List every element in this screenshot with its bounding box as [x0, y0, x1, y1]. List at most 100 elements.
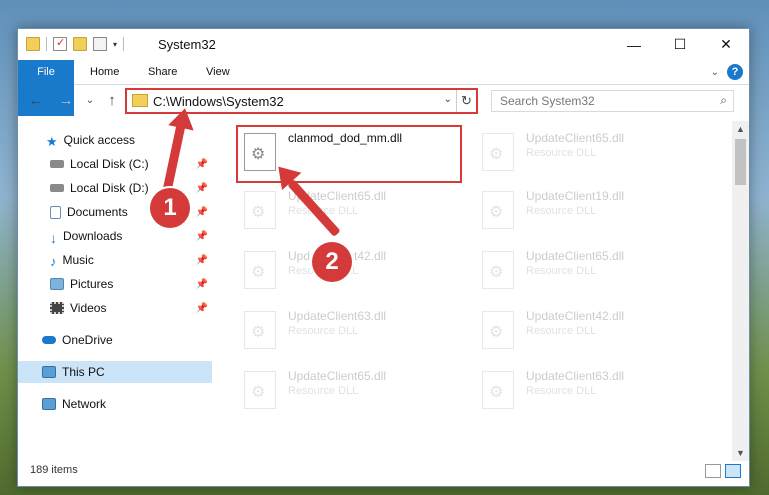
sidebar-item-videos[interactable]: Videos 📌: [18, 297, 212, 319]
close-button[interactable]: ✕: [703, 29, 749, 60]
pin-icon[interactable]: 📌: [196, 231, 208, 242]
list-item[interactable]: UpdateClient42.dll Resource DLL: [478, 307, 708, 363]
dll-file-icon: [244, 191, 276, 229]
dll-file-icon: [244, 311, 276, 349]
chevron-down-icon[interactable]: ▾: [113, 40, 117, 49]
sidebar-item-local-disk-c[interactable]: Local Disk (C:) 📌: [18, 153, 212, 175]
sidebar-item-label: Local Disk (D:): [70, 181, 149, 195]
tab-home[interactable]: Home: [76, 60, 133, 85]
back-button[interactable]: ←: [26, 91, 46, 111]
recent-locations-button[interactable]: ⌄: [80, 91, 100, 111]
pin-icon[interactable]: 📌: [196, 255, 208, 266]
details-view-icon[interactable]: [705, 464, 721, 478]
list-item[interactable]: UpdateClient65.dll Resource DLL: [240, 367, 470, 423]
star-icon: ★: [46, 134, 58, 149]
cloud-icon: [42, 336, 56, 344]
sidebar-item-label: Videos: [70, 301, 107, 315]
tab-view[interactable]: View: [192, 60, 244, 85]
dll-file-icon: [482, 133, 514, 171]
minimize-button[interactable]: —: [611, 29, 657, 60]
maximize-button[interactable]: ☐: [657, 29, 703, 60]
dll-file-icon: [244, 251, 276, 289]
view-toggle: [705, 464, 741, 478]
help-icon[interactable]: ?: [727, 64, 743, 80]
search-placeholder[interactable]: Search System32: [500, 94, 595, 108]
file-name: UpdateClient19.dll: [526, 189, 625, 203]
list-item[interactable]: UpdateClient19.dll Resource DLL: [478, 187, 708, 243]
sidebar-item-label: Pictures: [70, 277, 114, 291]
pin-icon[interactable]: 📌: [196, 279, 208, 290]
file-name: UpdateClient65.dll: [526, 249, 625, 263]
sidebar-item-label: This PC: [62, 365, 105, 379]
sidebar-item-onedrive[interactable]: OneDrive: [18, 329, 212, 351]
music-icon: ♪: [50, 254, 57, 269]
file-name: UpdateClient63.dll: [526, 369, 625, 383]
forward-button[interactable]: →: [56, 91, 76, 111]
sidebar-item-label: OneDrive: [62, 333, 113, 347]
list-item[interactable]: UpdateClient65.dll Resource DLL: [478, 129, 708, 185]
file-type: Resource DLL: [288, 385, 359, 397]
chevron-down-icon[interactable]: ⌄: [444, 94, 452, 105]
dll-file-icon: [482, 191, 514, 229]
dll-file-icon: [244, 371, 276, 409]
title-bar: ▾ System32 — ☐ ✕: [18, 29, 749, 60]
folder-icon: [132, 94, 148, 107]
file-type: Resource DLL: [526, 385, 597, 397]
file-type: Resource DLL: [526, 205, 597, 217]
divider: [46, 37, 47, 51]
vertical-scrollbar[interactable]: ▲ ▼: [732, 121, 749, 461]
sidebar-item-downloads[interactable]: ↓ Downloads 📌: [18, 225, 212, 247]
file-name: UpdateClient63.dll: [288, 309, 387, 323]
sidebar-item-this-pc[interactable]: This PC: [18, 361, 212, 383]
sidebar-item-label: Network: [62, 397, 107, 411]
search-icon[interactable]: ⌕: [720, 93, 727, 108]
folder-icon: [26, 37, 40, 51]
refresh-button[interactable]: ↻: [456, 90, 476, 112]
expand-ribbon-icon[interactable]: ⌄: [711, 67, 719, 78]
pin-icon[interactable]: 📌: [196, 303, 208, 314]
window-title: System32: [158, 37, 216, 52]
sidebar-item-network[interactable]: Network: [18, 393, 212, 415]
step-2-badge: 2: [312, 242, 352, 282]
pictures-icon: [50, 278, 64, 290]
file-name: UpdateClient65.dll: [288, 369, 387, 383]
pin-icon[interactable]: 📌: [196, 207, 208, 218]
up-button[interactable]: ↑: [102, 91, 122, 111]
pin-icon[interactable]: 📌: [196, 183, 208, 194]
videos-icon: [50, 302, 64, 314]
sidebar-item-pictures[interactable]: Pictures 📌: [18, 273, 212, 295]
properties-icon[interactable]: [53, 36, 67, 51]
search-input[interactable]: Search System32 ⌕: [491, 90, 734, 112]
navigation-row: ← → ⌄ ↑ C:\Windows\System32 ⌄ ↻ Search S…: [18, 88, 749, 116]
list-item[interactable]: UpdateClient63.dll Resource DLL: [240, 307, 470, 363]
new-folder-icon[interactable]: [73, 37, 87, 51]
tab-share[interactable]: Share: [134, 60, 191, 85]
ribbon-tabs: File Home Share View ⌄ ?: [18, 60, 749, 116]
scroll-up-arrow[interactable]: ▲: [732, 121, 749, 137]
quick-access-toolbar: ▾: [26, 36, 125, 51]
sidebar-item-label: Quick access: [63, 133, 136, 147]
documents-icon: [50, 205, 61, 219]
dll-file-icon: [482, 371, 514, 409]
list-item[interactable]: UpdateClient65.dll Resource DLL: [478, 247, 708, 303]
file-explorer-window: ▾ System32 — ☐ ✕ File Home Share View ⌄ …: [17, 28, 750, 487]
list-item[interactable]: UpdateClient63.dll Resource DLL: [478, 367, 708, 423]
file-type: Resource DLL: [526, 147, 597, 159]
customize-toolbar-icon[interactable]: [93, 37, 107, 51]
navigation-pane: ★ Quick access Local Disk (C:) 📌 Local D…: [18, 124, 212, 464]
file-name: UpdateClient42.dll: [526, 309, 625, 323]
sidebar-item-music[interactable]: ♪ Music 📌: [18, 249, 212, 271]
list-item[interactable]: UpdateClient42.dll Resource DLL: [240, 247, 470, 303]
computer-icon: [42, 366, 56, 378]
ribbon-controls: ⌄ ?: [711, 64, 743, 80]
sidebar-item-label: Downloads: [63, 229, 123, 243]
dll-file-icon: [482, 311, 514, 349]
step-1-badge: 1: [150, 188, 190, 228]
scroll-down-arrow[interactable]: ▼: [732, 445, 749, 461]
list-item[interactable]: UpdateClient65.dll Resource DLL: [240, 187, 470, 243]
divider: [123, 37, 125, 51]
network-icon: [42, 398, 56, 410]
scrollbar-thumb[interactable]: [735, 139, 746, 185]
pin-icon[interactable]: 📌: [196, 159, 208, 170]
tiles-view-icon[interactable]: [725, 464, 741, 478]
